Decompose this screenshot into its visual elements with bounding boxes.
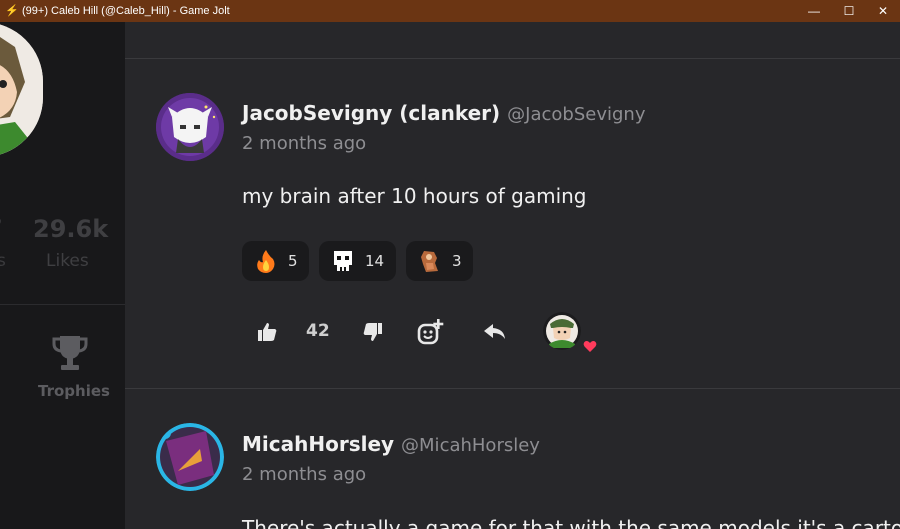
add-reaction-button[interactable] bbox=[415, 314, 445, 350]
sidebar-divider bbox=[0, 304, 125, 305]
followers-label: rs bbox=[0, 251, 6, 271]
minimize-button[interactable]: — bbox=[797, 0, 831, 22]
author-name[interactable]: MicahHorsley bbox=[242, 432, 394, 456]
trophies-label[interactable]: Trophies bbox=[38, 382, 110, 400]
reply-button[interactable] bbox=[481, 314, 509, 350]
thumbs-down-icon bbox=[363, 323, 382, 341]
reply-icon bbox=[484, 324, 505, 339]
thumbs-up-icon bbox=[258, 323, 277, 341]
author-avatar[interactable] bbox=[156, 93, 224, 161]
author-avatar[interactable] bbox=[156, 423, 224, 491]
profile-avatar[interactable] bbox=[0, 22, 43, 157]
followers-count: 7 bbox=[0, 215, 6, 243]
author-name[interactable]: JacobSevigny (clanker) bbox=[242, 101, 500, 125]
gamejolt-logo-icon: ⚡ bbox=[5, 5, 19, 17]
post-timestamp[interactable]: 2 months ago bbox=[242, 133, 366, 155]
window-title: (99+) Caleb Hill (@Caleb_Hill) - Game Jo… bbox=[22, 5, 230, 17]
author-handle[interactable]: @JacobSevigny bbox=[507, 104, 645, 125]
add-emoji-icon bbox=[417, 319, 444, 345]
fire-icon bbox=[254, 249, 278, 273]
reaction-count: 14 bbox=[365, 252, 385, 270]
reaction-fire[interactable]: 5 bbox=[242, 241, 309, 281]
heart-icon bbox=[583, 341, 597, 352]
post-divider bbox=[125, 388, 900, 389]
maximize-button[interactable]: ☐ bbox=[832, 0, 866, 22]
likes-label: Likes bbox=[46, 251, 89, 271]
reaction-count: 3 bbox=[452, 252, 462, 270]
post-author[interactable]: JacobSevigny (clanker) @JacobSevigny bbox=[242, 101, 645, 127]
reaction-skull[interactable]: 14 bbox=[319, 241, 396, 281]
like-button[interactable] bbox=[254, 314, 280, 350]
skull-icon bbox=[331, 249, 355, 273]
post-body: There's actually a game for that with th… bbox=[242, 516, 900, 529]
post-divider bbox=[125, 58, 900, 59]
reaction-count: 5 bbox=[288, 252, 298, 270]
post-timestamp[interactable]: 2 months ago bbox=[242, 464, 366, 486]
character-sticker-icon bbox=[418, 249, 442, 273]
reaction-sticker[interactable]: 3 bbox=[406, 241, 473, 281]
close-button[interactable]: ✕ bbox=[866, 0, 900, 22]
post-author[interactable]: MicahHorsley @MicahHorsley bbox=[242, 432, 540, 458]
trophy-icon[interactable] bbox=[51, 334, 89, 372]
author-handle[interactable]: @MicahHorsley bbox=[401, 435, 540, 456]
post-feed: JacobSevigny (clanker) @JacobSevigny 2 m… bbox=[125, 22, 900, 529]
likes-count: 29.6k bbox=[33, 215, 109, 243]
dislike-button[interactable] bbox=[360, 314, 386, 350]
like-count[interactable]: 42 bbox=[306, 320, 330, 342]
profile-sidebar: 7 rs 29.6k Likes Trophies bbox=[0, 22, 125, 529]
post-body: my brain after 10 hours of gaming bbox=[242, 184, 587, 208]
liker-avatar[interactable] bbox=[543, 312, 581, 350]
window-titlebar: ⚡ (99+) Caleb Hill (@Caleb_Hill) - Game … bbox=[0, 0, 900, 22]
